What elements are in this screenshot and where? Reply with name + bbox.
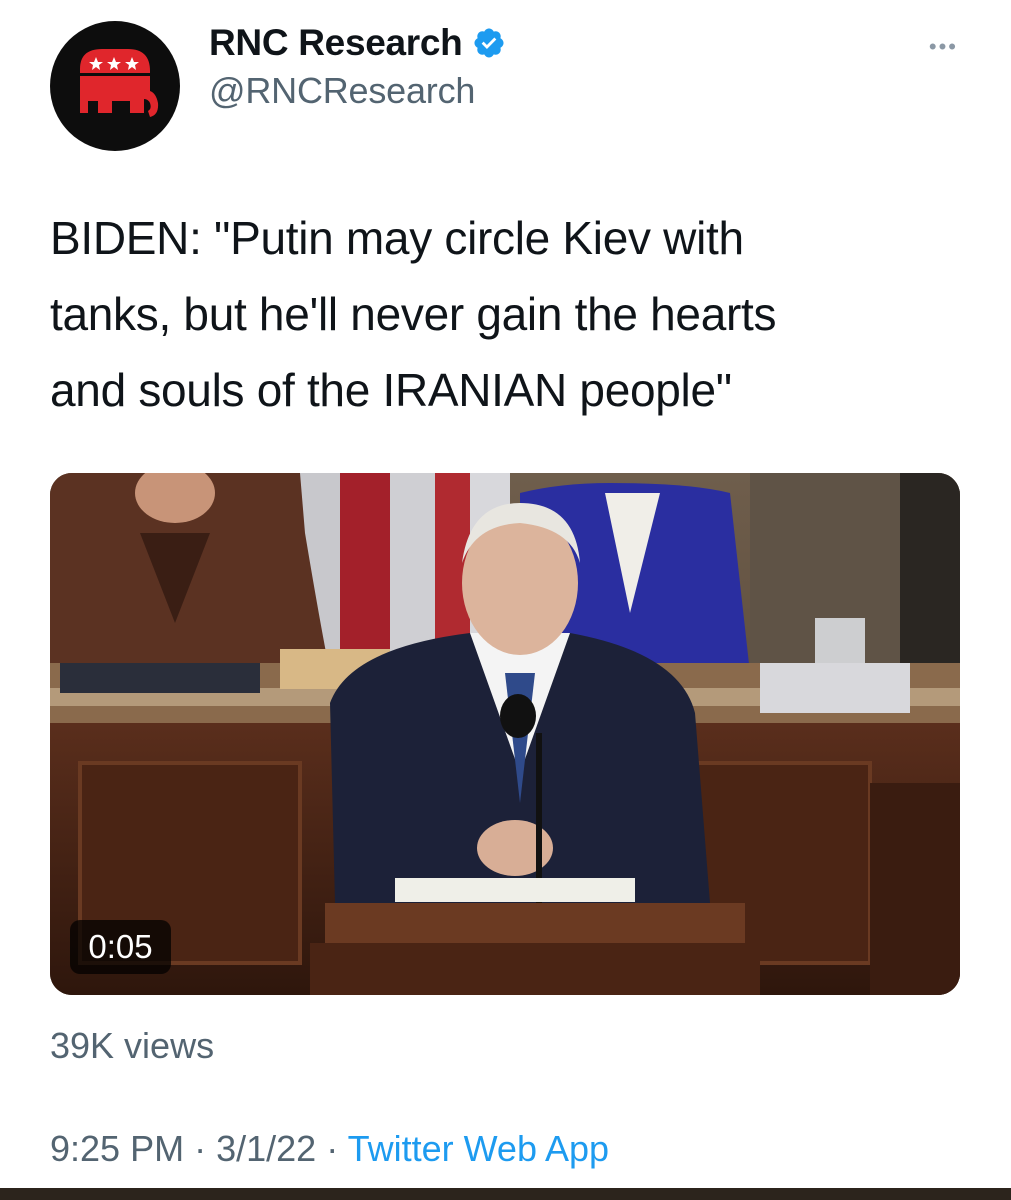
view-count: 39K views	[50, 1025, 215, 1066]
tweet-meta: 9:25 PM · 3/1/22 · Twitter Web App	[50, 1128, 609, 1170]
bottom-edge-bar	[0, 1188, 1011, 1200]
meta-separator: ·	[194, 1128, 207, 1169]
verified-badge-icon	[474, 28, 504, 58]
video-duration-badge: 0:05	[70, 920, 171, 974]
tweet-time[interactable]: 9:25 PM	[50, 1128, 184, 1169]
user-handle[interactable]: @RNCResearch	[209, 70, 475, 112]
tweet-text: BIDEN: "Putin may circle Kiev with tanks…	[50, 200, 970, 428]
elephant-logo-icon	[80, 49, 159, 117]
tweet-text-line: tanks, but he'll never gain the hearts	[50, 288, 777, 340]
display-name[interactable]: RNC Research	[209, 22, 463, 64]
video-thumbnail	[50, 473, 960, 995]
source-app-link[interactable]: Twitter Web App	[348, 1128, 609, 1169]
more-horizontal-icon[interactable]: •••	[929, 34, 958, 60]
meta-separator: ·	[326, 1128, 339, 1169]
tweet-text-line: and souls of the IRANIAN people"	[50, 364, 732, 416]
tweet-date[interactable]: 3/1/22	[216, 1128, 316, 1169]
avatar[interactable]	[50, 21, 180, 151]
author-name-row[interactable]: RNC Research	[209, 20, 506, 66]
video-player[interactable]: 0:05	[50, 473, 960, 995]
tweet-text-line: BIDEN: "Putin may circle Kiev with	[50, 212, 744, 264]
